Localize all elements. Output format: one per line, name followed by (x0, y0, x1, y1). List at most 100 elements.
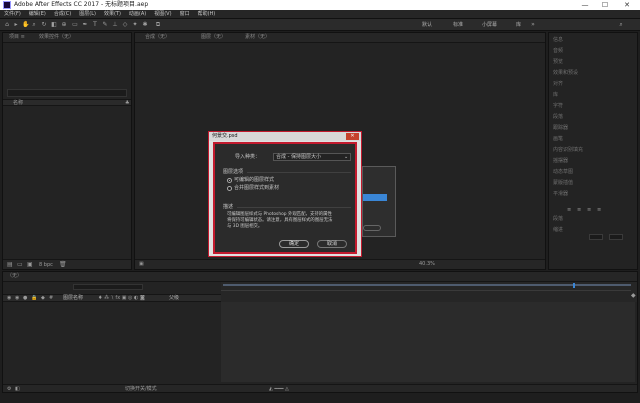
panel-audio[interactable]: 音频 (553, 48, 563, 54)
audio-toggle-icon[interactable]: ◉ (15, 295, 19, 301)
dialog-body: 导入种类： 合成 - 保持图层大小 ⌄ 图层选项 可编辑的图层样式 合并图层样式… (213, 142, 357, 254)
shape-tool-icon[interactable]: ▭ (72, 21, 78, 28)
panel-content-aware[interactable]: 内容识别填充 (553, 147, 583, 153)
trash-icon[interactable]: 🗑 (59, 261, 67, 268)
panel-smoother[interactable]: 平滑器 (553, 191, 568, 197)
new-folder-icon[interactable]: ▭ (17, 261, 23, 268)
tab-layer[interactable]: 图层（无） (201, 34, 226, 41)
indent-field[interactable] (589, 234, 603, 240)
timeline-track-area[interactable] (221, 302, 635, 382)
panel-brush[interactable]: 画笔 (553, 136, 563, 142)
panel-tracker[interactable]: 跟踪器 (553, 125, 568, 131)
menu-help[interactable]: 帮助(H) (194, 10, 220, 19)
justify-icon[interactable]: ≡ (597, 207, 601, 213)
tab-effect-controls[interactable]: 效果控件（无） (39, 34, 74, 41)
tab-footage[interactable]: 素材（无） (245, 34, 270, 41)
panel-wiggler[interactable]: 摇摆器 (553, 158, 568, 164)
stamp-tool-icon[interactable]: ⊥ (112, 21, 118, 28)
parent-column[interactable]: 父级 (169, 295, 179, 301)
menu-layer[interactable]: 图层(L) (75, 10, 100, 19)
indent-right-field[interactable] (609, 234, 623, 240)
dialog-close-button[interactable]: ✕ (346, 133, 359, 140)
progress-cancel-button[interactable] (363, 225, 381, 231)
selection-tool-icon[interactable]: ▸ (13, 21, 19, 28)
panel-align[interactable]: 对齐 (553, 81, 563, 87)
maximize-button[interactable]: ☐ (596, 0, 614, 10)
rotate-tool-icon[interactable]: ↻ (41, 21, 47, 28)
label-icon[interactable]: ◆ (41, 295, 45, 301)
workspace-library[interactable]: 库 (516, 21, 521, 29)
menu-edit[interactable]: 编辑(E) (25, 10, 50, 19)
align-right-icon[interactable]: ≡ (587, 207, 591, 213)
video-toggle-icon[interactable]: ◉ (7, 295, 11, 301)
import-kind-select[interactable]: 合成 - 保持图层大小 ⌄ (273, 153, 351, 161)
flowchart-icon[interactable]: ♣ (125, 100, 129, 106)
panel-mask-interpolation[interactable]: 蒙版插值 (553, 180, 573, 186)
solo-toggle-icon[interactable]: ● (23, 295, 27, 301)
eraser-tool-icon[interactable]: ◇ (122, 21, 128, 28)
comp-flowchart-icon[interactable]: ⚙ (7, 386, 11, 392)
timeline-search-input[interactable] (73, 284, 143, 290)
zoom-level[interactable]: 40.3% (419, 261, 435, 268)
cancel-button[interactable]: 取消 (317, 240, 347, 248)
close-window-button[interactable]: ✕ (618, 0, 636, 10)
column-name-label[interactable]: 名称 (13, 100, 23, 106)
workspace-more-icon[interactable]: » (530, 21, 536, 28)
option-editable-label[interactable]: 可编辑的图层样式 (234, 177, 274, 183)
zoom-slider-icon[interactable]: ◭ ━━━ ◬ (269, 386, 289, 392)
tab-composition[interactable]: 合成（无） (145, 34, 170, 41)
panel-motion-sketch[interactable]: 动态草图 (553, 169, 573, 175)
minimize-button[interactable]: — (576, 0, 594, 10)
menu-view[interactable]: 视图(V) (150, 10, 175, 19)
pen-tool-icon[interactable]: ✒ (82, 21, 88, 28)
snap-icon[interactable]: ⧉ (155, 21, 161, 28)
panel-info[interactable]: 信息 (553, 37, 563, 43)
lock-icon[interactable]: 🔒 (31, 295, 37, 301)
menu-file[interactable]: 文件(F) (0, 10, 25, 19)
zoom-tool-icon[interactable]: ⌕ (31, 21, 37, 28)
roto-tool-icon[interactable]: ✦ (132, 21, 138, 28)
composition-footer: ▣ 40.3% (135, 259, 545, 269)
menu-window[interactable]: 窗口 (176, 10, 194, 19)
puppet-tool-icon[interactable]: ✱ (142, 21, 148, 28)
tab-project[interactable]: 项目 ≡ (9, 34, 25, 41)
radio-merge-styles[interactable] (227, 186, 232, 191)
magnification-icon[interactable]: ▣ (139, 261, 144, 268)
radio-editable-styles[interactable] (227, 178, 232, 183)
menu-composition[interactable]: 合成(C) (50, 10, 75, 19)
align-center-icon[interactable]: ≡ (577, 207, 581, 213)
hand-tool-icon[interactable]: ✋ (22, 21, 29, 28)
draft-3d-icon[interactable]: ◧ (15, 386, 20, 392)
panel-effects-presets[interactable]: 效果和预设 (553, 70, 578, 76)
brush-tool-icon[interactable]: ✎ (102, 21, 108, 28)
interpret-footage-icon[interactable]: ▤ (7, 261, 13, 268)
new-composition-icon[interactable]: ▣ (27, 261, 33, 268)
layer-name-column[interactable]: 图层名称 (63, 295, 83, 301)
workspace-small-screen[interactable]: 小屏幕 (482, 21, 497, 29)
project-search-input[interactable] (7, 89, 127, 97)
switches-icon[interactable]: ♦ ⁂ ∖ fx ▣ ◎ ◐ ◙ (98, 295, 145, 301)
search-help-icon[interactable]: ⌕ (618, 21, 624, 28)
panel-library[interactable]: 库 (553, 92, 558, 98)
work-area-end-handle[interactable] (573, 283, 575, 288)
toggle-switches-modes[interactable]: 切换开关/模式 (125, 386, 157, 392)
menu-effect[interactable]: 效果(T) (100, 10, 125, 19)
camera-tool-icon[interactable]: ◧ (51, 21, 57, 28)
menu-animation[interactable]: 动画(A) (125, 10, 150, 19)
tab-timeline[interactable]: （无） (7, 273, 22, 280)
workspace-standard[interactable]: 标准 (453, 21, 463, 29)
ok-button[interactable]: 确定 (279, 240, 309, 248)
bpc-label[interactable]: 8 bpc (39, 262, 53, 268)
panel-preview[interactable]: 预览 (553, 59, 563, 65)
workspace-default[interactable]: 默认 (422, 21, 432, 29)
layer-options-label: 图层选项 (223, 169, 244, 175)
align-left-icon[interactable]: ≡ (567, 207, 571, 213)
option-merge-label[interactable]: 合并图层样式到素材 (234, 185, 279, 191)
home-icon[interactable]: ⌂ (4, 21, 10, 28)
playhead-marker-icon[interactable]: ◆ (631, 292, 636, 299)
panel-character[interactable]: 字符 (553, 103, 563, 109)
work-area-bar[interactable] (223, 284, 631, 286)
type-tool-icon[interactable]: T (92, 21, 98, 28)
panel-paragraph[interactable]: 段落 (553, 114, 563, 120)
anchor-tool-icon[interactable]: ⊕ (61, 21, 67, 28)
